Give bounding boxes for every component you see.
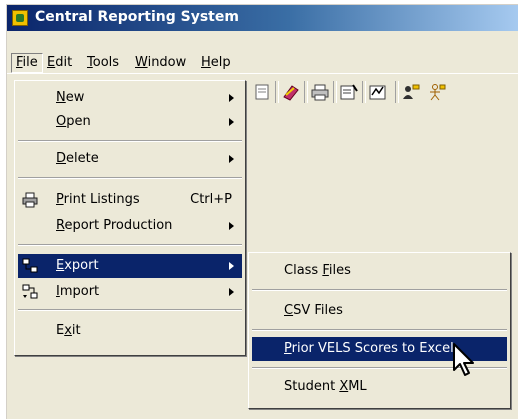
- user-edit-icon[interactable]: [401, 83, 421, 101]
- export-submenu: Class Files CSV Files Prior VELS Scores …: [248, 252, 511, 409]
- menu-edit[interactable]: Edit: [43, 54, 76, 72]
- menu-item-export[interactable]: Export: [18, 254, 242, 278]
- app-icon: [12, 10, 28, 26]
- menu-item-delete[interactable]: Delete: [18, 147, 242, 171]
- submenu-arrow-icon: [229, 222, 234, 230]
- menu-separator: [18, 140, 242, 142]
- menu-item-import[interactable]: Import: [18, 280, 242, 304]
- import-icon: [22, 284, 38, 300]
- toolbar-separator: [362, 81, 366, 103]
- submenu-arrow-icon: [229, 288, 234, 296]
- printer-icon: [22, 192, 38, 208]
- submenu-arrow-icon: [229, 94, 234, 102]
- preview-icon[interactable]: [368, 83, 388, 101]
- person-icon[interactable]: [427, 83, 447, 101]
- submenu-arrow-icon: [229, 262, 234, 270]
- menu-window[interactable]: Window: [131, 54, 190, 72]
- menu-item-csv-files[interactable]: CSV Files: [252, 299, 507, 323]
- menu-separator: [18, 244, 242, 246]
- toolbar-separator: [275, 81, 279, 103]
- menu-help[interactable]: Help: [197, 54, 235, 72]
- menu-item-print-listings[interactable]: Print Listings Ctrl+P: [18, 188, 242, 212]
- menu-bar: File Edit Tools Window Help: [7, 51, 518, 74]
- menu-item-report-production[interactable]: Report Production: [18, 214, 242, 238]
- menu-separator: [252, 329, 507, 331]
- submenu-arrow-icon: [229, 155, 234, 163]
- document-icon[interactable]: [252, 83, 272, 101]
- menu-separator: [18, 309, 242, 311]
- toolbar-separator: [304, 81, 308, 103]
- toolbar-separator: [333, 81, 337, 103]
- menu-file[interactable]: File: [11, 53, 43, 73]
- eraser-icon[interactable]: [281, 83, 301, 101]
- menu-item-student-xml[interactable]: Student XML: [252, 375, 507, 399]
- menu-separator: [252, 289, 507, 291]
- menu-item-new[interactable]: New: [18, 86, 242, 110]
- file-menu: New Open Delete Print Listings Ctrl+P Re…: [14, 80, 246, 356]
- mouse-pointer-icon: [452, 342, 478, 378]
- title-bar[interactable]: Central Reporting System: [7, 5, 518, 31]
- submenu-arrow-icon: [229, 118, 234, 126]
- menu-tools[interactable]: Tools: [83, 54, 123, 72]
- printer-icon[interactable]: [310, 83, 330, 101]
- menu-item-class-files[interactable]: Class Files: [252, 259, 507, 283]
- export-icon: [22, 258, 38, 274]
- menu-item-open[interactable]: Open: [18, 110, 242, 134]
- toolbar-separator: [395, 81, 399, 103]
- shortcut-label: Ctrl+P: [190, 192, 232, 207]
- window-title: Central Reporting System: [35, 9, 239, 25]
- report-icon[interactable]: [339, 83, 359, 101]
- menu-separator: [18, 177, 242, 179]
- menu-item-exit[interactable]: Exit: [18, 319, 242, 343]
